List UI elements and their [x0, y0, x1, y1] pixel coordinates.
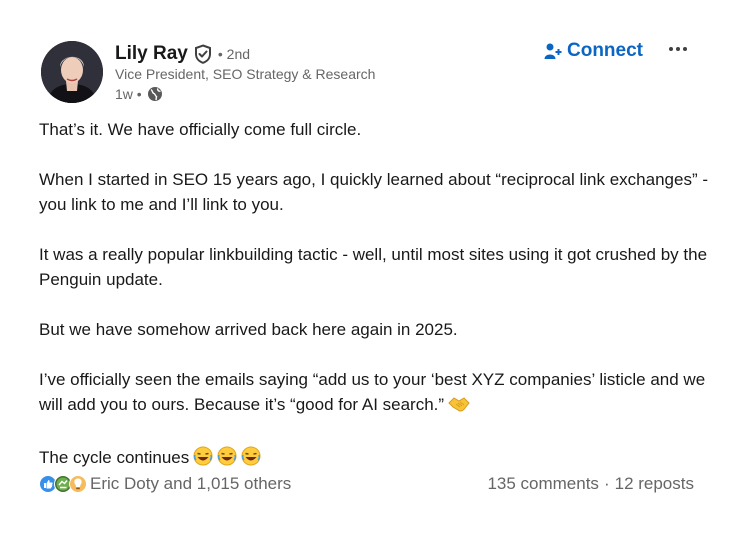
connect-label: Connect — [567, 40, 643, 61]
post-meta: 1w • — [115, 84, 163, 104]
reposts-count[interactable]: 12 reposts — [615, 474, 694, 494]
post-paragraph-with-emoji: I’ve officially seen the emails saying “… — [39, 367, 709, 420]
post-paragraph-with-emoji: The cycle continues — [39, 445, 709, 473]
more-horizontal-icon — [669, 47, 673, 51]
post-paragraph: I’ve officially seen the emails saying “… — [39, 370, 706, 414]
verified-shield-icon — [194, 44, 212, 64]
feed-post: Lily Ray • 2nd Vice President, SEO Strat… — [0, 0, 739, 533]
count-separator: · — [603, 474, 610, 493]
reactions-summary[interactable]: Eric Doty and 1,015 others — [39, 474, 291, 494]
connection-degree: • 2nd — [217, 46, 251, 62]
laughing-emoji — [217, 446, 237, 473]
author-name-row: Lily Ray • 2nd — [115, 40, 250, 68]
laughing-emoji — [193, 446, 213, 473]
person-add-icon — [544, 42, 562, 60]
comments-count[interactable]: 135 comments — [487, 474, 599, 494]
more-options-button[interactable] — [666, 38, 690, 60]
engagement-counts: 135 comments · 12 reposts — [487, 474, 694, 494]
post-text: That’s it. We have officially come full … — [39, 117, 709, 498]
social-counts-bar: Eric Doty and 1,015 others 135 comments … — [39, 472, 694, 496]
laughing-emoji — [241, 446, 261, 473]
handshake-emoji — [448, 395, 470, 420]
post-paragraph: When I started in SEO 15 years ago, I qu… — [39, 170, 709, 214]
post-paragraph: But we have somehow arrived back here ag… — [39, 320, 458, 339]
post-paragraph: The cycle continues — [39, 448, 190, 467]
author-avatar[interactable] — [41, 41, 103, 103]
insightful-icon — [69, 475, 87, 493]
author-name[interactable]: Lily Ray — [115, 43, 188, 65]
post-time: 1w • — [115, 86, 142, 102]
connect-button[interactable]: Connect — [544, 38, 643, 64]
reaction-icons — [39, 475, 87, 493]
post-paragraph: That’s it. We have officially come full … — [39, 120, 362, 139]
author-headline: Vice President, SEO Strategy & Research — [115, 66, 376, 82]
globe-icon — [147, 86, 163, 102]
reactions-text: Eric Doty and 1,015 others — [90, 474, 292, 493]
post-paragraph: It was a really popular linkbuilding tac… — [39, 245, 708, 289]
